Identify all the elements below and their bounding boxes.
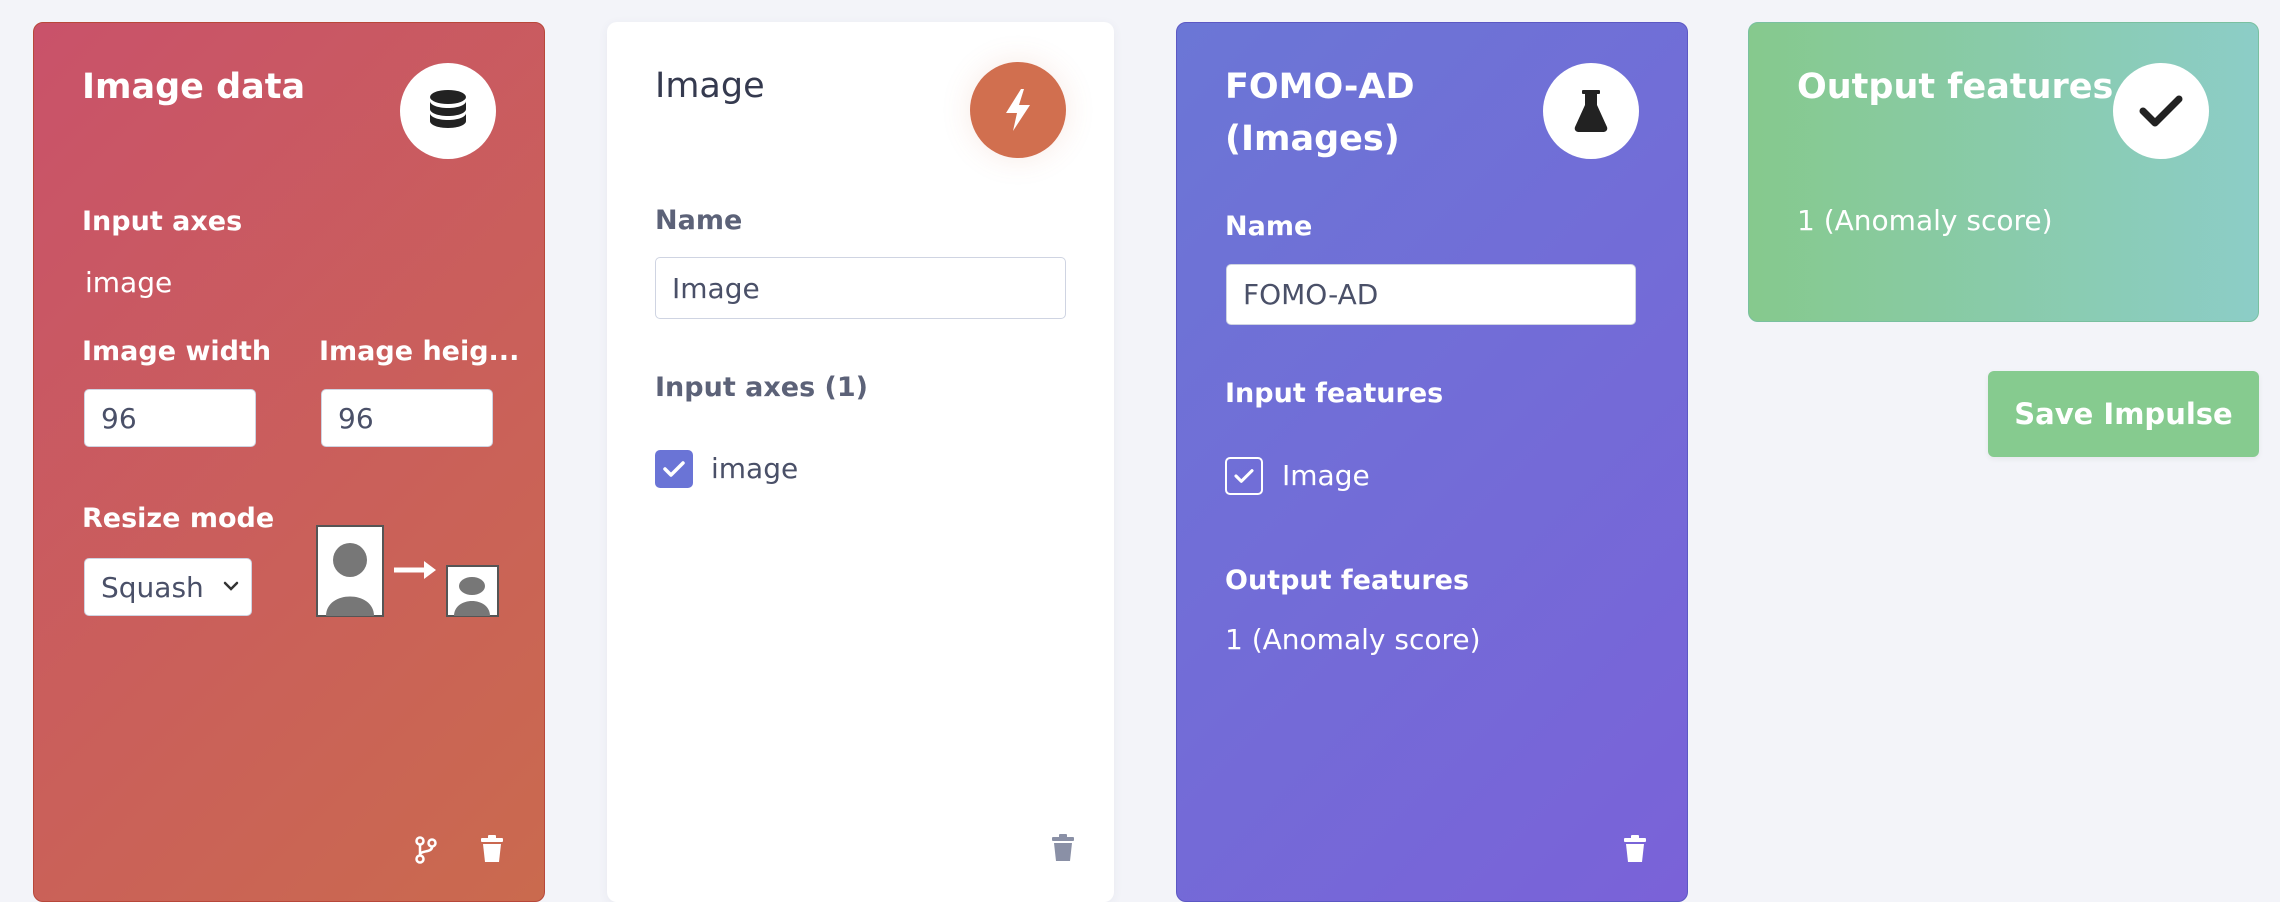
- input-axes-label: Input axes: [82, 206, 243, 237]
- trash-icon[interactable]: [1623, 835, 1647, 863]
- chevron-down-icon: [223, 581, 239, 591]
- check-icon: [2113, 63, 2209, 159]
- card-title: Image: [655, 66, 765, 106]
- fomo-ad-card: FOMO-AD (Images) Name FOMO-AD Input feat…: [1176, 22, 1688, 902]
- card-title-line2: (Images): [1225, 119, 1400, 159]
- resize-illustration-icon: [316, 525, 499, 617]
- checkbox-image[interactable]: [655, 450, 693, 488]
- trash-icon[interactable]: [480, 835, 504, 863]
- image-data-card: Image data Input axes image Image width …: [33, 22, 545, 902]
- output-features-card: Output features 1 (Anomaly score): [1748, 22, 2259, 322]
- input-feature-label: Image: [1282, 459, 1370, 492]
- name-input[interactable]: FOMO-AD: [1226, 264, 1636, 325]
- card-title-line1: FOMO-AD: [1225, 67, 1415, 107]
- name-label: Name: [655, 205, 743, 236]
- image-width-input[interactable]: 96: [84, 389, 256, 447]
- checkbox-image[interactable]: [1225, 457, 1263, 495]
- output-features-label: Output features: [1225, 565, 1470, 596]
- image-height-input[interactable]: 96: [321, 389, 493, 447]
- name-input[interactable]: Image: [655, 257, 1066, 319]
- card-title: FOMO-AD (Images): [1225, 61, 1415, 165]
- flask-icon: [1543, 63, 1639, 159]
- fork-icon[interactable]: [414, 836, 438, 864]
- output-features-value: 1 (Anomaly score): [1225, 623, 1481, 656]
- input-axes-label: Input axes (1): [655, 372, 869, 403]
- card-title: Output features: [1797, 67, 2114, 107]
- check-icon: [663, 461, 685, 477]
- database-icon: [400, 63, 496, 159]
- resize-mode-label: Resize mode: [82, 503, 275, 534]
- input-features-label: Input features: [1225, 378, 1444, 409]
- card-title: Image data: [82, 67, 306, 107]
- trash-icon[interactable]: [1051, 834, 1075, 862]
- resize-mode-select[interactable]: Squash: [84, 558, 252, 616]
- output-features-value: 1 (Anomaly score): [1797, 204, 2053, 237]
- name-label: Name: [1225, 211, 1313, 242]
- image-card: Image Name Image Input axes (1) image: [607, 22, 1114, 902]
- check-icon: [1234, 469, 1254, 483]
- axis-item-label: image: [711, 452, 799, 485]
- image-width-label: Image width: [82, 336, 272, 367]
- bolt-icon: [970, 62, 1066, 158]
- input-axes-value: image: [85, 266, 173, 299]
- save-impulse-button[interactable]: Save Impulse: [1988, 371, 2259, 457]
- image-height-label: Image heig...: [319, 336, 520, 367]
- resize-mode-value: Squash: [101, 570, 204, 604]
